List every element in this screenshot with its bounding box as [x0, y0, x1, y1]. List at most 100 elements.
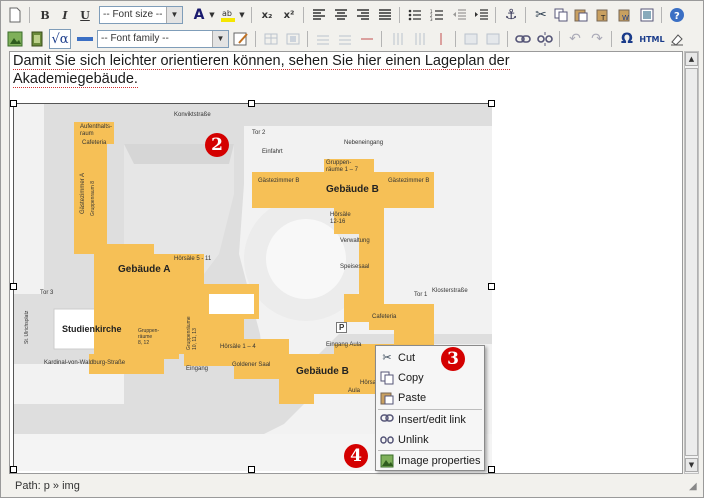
numbered-list-icon[interactable]: 123 [427, 5, 447, 25]
horizontal-rule-icon[interactable] [75, 29, 95, 49]
toolbar-separator [495, 7, 496, 23]
highlight-color-icon[interactable]: ab [219, 5, 239, 25]
font-family-select[interactable]: -- Font family -- ▼ [97, 30, 229, 48]
menu-item-insert-link[interactable]: Insert/edit link [376, 410, 484, 430]
annotation-badge-4: 4 [344, 444, 368, 468]
indent-icon[interactable] [471, 5, 491, 25]
toolbar-separator [455, 31, 456, 47]
bullet-list-icon[interactable] [405, 5, 425, 25]
content-paragraph[interactable]: Damit Sie sich leichter orientieren könn… [13, 52, 573, 88]
italic-button[interactable]: I [55, 5, 75, 25]
map-label-gebaeude-a: Gebäude A [118, 264, 171, 275]
menu-item-unlink[interactable]: Unlink [376, 430, 484, 450]
rich-text-editor: B I U -- Font size -- ▼ A ▼ ab ▼ x₂ x² 1… [0, 0, 704, 498]
toolbar-separator [251, 7, 252, 23]
toolbar-separator [307, 31, 308, 47]
html-source-button[interactable]: HTML [639, 29, 665, 49]
menu-item-label: Unlink [398, 434, 429, 446]
subscript-button[interactable]: x₂ [257, 5, 277, 25]
chevron-down-icon: ▼ [166, 7, 182, 23]
underline-button[interactable]: U [75, 5, 95, 25]
map-label-gaestezimmer-b-left: Gästezimmer B [258, 178, 300, 184]
formula-icon[interactable]: √α [49, 29, 71, 49]
resize-handle[interactable] [488, 466, 495, 473]
resize-handle[interactable] [10, 100, 17, 107]
menu-item-copy[interactable]: Copy [376, 368, 484, 388]
link-icon[interactable] [513, 29, 533, 49]
toolbar-row-2: √α -- Font family -- ▼ ↶ ↷ Ω HTML [5, 28, 701, 52]
map-label-gruppenraeume-9-13: Gruppenräume 10, 11, 13 [186, 316, 198, 350]
resize-handle[interactable] [488, 100, 495, 107]
toolbar-separator [29, 7, 30, 23]
new-document-icon[interactable] [5, 5, 25, 25]
image-icon[interactable] [5, 29, 25, 49]
col-insert-before-icon[interactable] [387, 29, 407, 49]
scroll-down-icon[interactable]: ▼ [685, 458, 698, 472]
align-right-icon[interactable] [353, 5, 373, 25]
map-label-speisesaal: Speisesaal [340, 264, 370, 270]
align-center-icon[interactable] [331, 5, 351, 25]
map-label-hoersaele-12-16: Hörsäle 12-16 [330, 212, 351, 225]
font-size-value: -- Font size -- [103, 9, 163, 20]
row-delete-icon[interactable] [357, 29, 377, 49]
edit-css-icon[interactable] [231, 29, 251, 49]
copy-icon[interactable] [551, 5, 571, 25]
editor-content-area[interactable]: Damit Sie sich leichter orientieren könn… [9, 51, 683, 474]
scrollbar-thumb[interactable] [685, 68, 698, 456]
resize-grip-icon[interactable]: ◢ [689, 481, 701, 493]
scroll-up-icon[interactable]: ▲ [685, 52, 698, 66]
table-props-icon[interactable] [261, 29, 281, 49]
redo-icon[interactable]: ↷ [587, 29, 607, 49]
col-insert-after-icon[interactable] [409, 29, 429, 49]
resize-handle[interactable] [10, 466, 17, 473]
align-justify-icon[interactable] [375, 5, 395, 25]
special-char-button[interactable]: Ω [617, 29, 637, 49]
row-insert-after-icon[interactable] [335, 29, 355, 49]
svg-text:?: ? [674, 11, 680, 22]
scissors-icon: ✂ [382, 352, 392, 364]
vertical-scrollbar[interactable]: ▲ ▼ [684, 51, 699, 474]
paste-word-icon[interactable]: W [615, 5, 635, 25]
chevron-down-icon[interactable]: ▼ [237, 5, 247, 25]
menu-item-paste[interactable]: Paste [376, 388, 484, 408]
map-label-tor1: Tor 1 [414, 292, 428, 298]
text-color-icon[interactable]: A [189, 5, 209, 25]
select-all-icon[interactable] [637, 5, 657, 25]
merge-cells-icon[interactable] [483, 29, 503, 49]
status-bar: Path: p » img [9, 477, 699, 496]
map-label-verwaltung: Verwaltung [340, 238, 370, 244]
map-label-cafeteria-a: Cafeteria [82, 140, 107, 146]
paste-icon[interactable] [571, 5, 591, 25]
col-delete-icon[interactable] [431, 29, 451, 49]
link-icon [380, 413, 394, 427]
chevron-down-icon[interactable]: ▼ [207, 5, 217, 25]
menu-item-image-properties[interactable]: Image properties [376, 451, 484, 471]
eraser-icon[interactable] [667, 29, 687, 49]
media-icon[interactable] [27, 29, 47, 49]
unlink-icon[interactable] [535, 29, 555, 49]
bold-button[interactable]: B [35, 5, 55, 25]
split-cells-icon[interactable] [461, 29, 481, 49]
row-insert-before-icon[interactable] [313, 29, 333, 49]
font-size-select[interactable]: -- Font size -- ▼ [99, 6, 183, 24]
menu-item-label: Insert/edit link [398, 414, 466, 426]
paste-text-icon[interactable]: T [593, 5, 613, 25]
cell-props-icon[interactable] [283, 29, 303, 49]
align-left-icon[interactable] [309, 5, 329, 25]
resize-handle[interactable] [10, 283, 17, 290]
map-label-gruppenraeume-8-12: Gruppen- räume 8, 12 [138, 328, 160, 346]
superscript-button[interactable]: x² [279, 5, 299, 25]
menu-item-cut[interactable]: ✂ Cut [376, 348, 484, 368]
path-value[interactable]: p » img [44, 480, 80, 492]
undo-icon[interactable]: ↶ [565, 29, 585, 49]
map-label-goldener-saal: Goldener Saal [232, 362, 271, 368]
cut-icon[interactable]: ✂ [531, 5, 551, 25]
map-label-eingang-aula: Eingang Aula [326, 342, 362, 348]
resize-handle[interactable] [248, 466, 255, 473]
resize-handle[interactable] [248, 100, 255, 107]
anchor-icon[interactable]: ⚓ [501, 5, 521, 25]
outdent-icon[interactable] [449, 5, 469, 25]
toolbar-separator [661, 7, 662, 23]
resize-handle[interactable] [488, 283, 495, 290]
help-icon[interactable]: ? [667, 5, 687, 25]
